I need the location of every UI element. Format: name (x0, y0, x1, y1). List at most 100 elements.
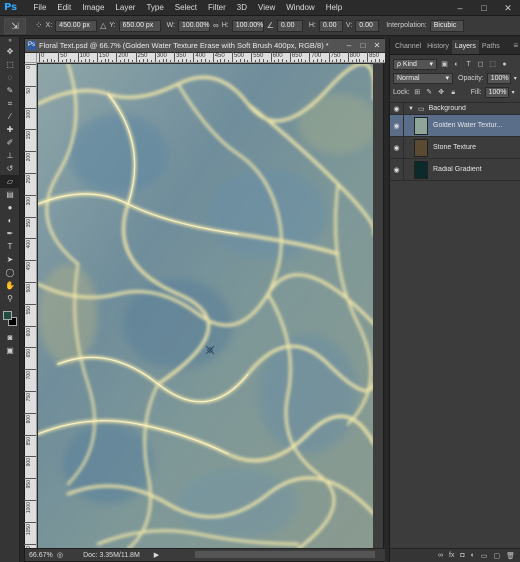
interpolation-select[interactable]: Bicubic (429, 19, 464, 32)
status-menu-arrow-icon[interactable]: ▶ (154, 551, 159, 559)
h-skew-field[interactable]: 0.00 (318, 19, 343, 32)
visibility-eye-icon[interactable]: ◉ (390, 115, 404, 136)
visibility-eye-icon[interactable]: ◉ (390, 159, 404, 180)
fill-arrow-icon[interactable]: ▾ (512, 89, 515, 96)
menu-filter[interactable]: Filter (203, 0, 232, 16)
tab-channel[interactable]: Channel (392, 40, 424, 54)
filter-toggle-icon[interactable]: ● (500, 60, 509, 69)
kind-filter-select[interactable]: ρ Kind ▾ (393, 58, 437, 70)
smart-filter-icon[interactable]: ⬚ (488, 60, 497, 69)
new-group-icon[interactable]: ▭ (481, 552, 488, 560)
layer-group-background[interactable]: ◉ ▼ ▭ Background (390, 103, 520, 115)
blur-tool-icon[interactable]: ● (0, 201, 20, 214)
lock-position-icon[interactable]: ✥ (437, 88, 446, 97)
menu-select[interactable]: Select (169, 0, 202, 16)
collapse-icon[interactable]: » (0, 37, 20, 45)
eyedropper-tool-icon[interactable]: ⁄ (0, 110, 20, 123)
zoom-tool-icon[interactable]: ⚲ (0, 292, 20, 305)
tab-layers[interactable]: Layers (451, 40, 479, 54)
shape-filter-icon[interactable]: ◻ (476, 60, 485, 69)
layer-style-icon[interactable]: fx (449, 552, 454, 559)
lock-transparent-icon[interactable]: ⊞ (413, 88, 422, 97)
y-position-field[interactable]: 650.00 px (118, 19, 161, 32)
fill-field[interactable]: 100% (484, 86, 509, 98)
blend-mode-select[interactable]: Normal ▾ (393, 72, 453, 84)
menu-type[interactable]: Type (141, 0, 169, 16)
menu-window[interactable]: Window (281, 0, 320, 16)
vertical-ruler[interactable]: 0 50 100 150 200 250 300 350 400 450 500 550 600 650 7… (24, 63, 37, 556)
add-mask-icon[interactable]: ◘ (460, 552, 464, 559)
opacity-arrow-icon[interactable]: ▾ (514, 75, 517, 82)
doc-minimize-button[interactable]: – (343, 39, 355, 52)
type-filter-icon[interactable]: T (464, 60, 473, 69)
doc-close-button[interactable]: ✕ (371, 39, 383, 52)
v-skew-field[interactable]: 0.00 (355, 19, 380, 32)
crop-tool-icon[interactable]: ⌗ (0, 97, 20, 110)
eraser-tool-icon[interactable]: ▱ (0, 175, 20, 188)
menu-image[interactable]: Image (77, 0, 110, 16)
status-info-icon[interactable]: ◎ (57, 551, 63, 559)
rotation-angle-field[interactable]: 0.00 (276, 19, 303, 32)
shape-tool-icon[interactable]: ◯ (0, 266, 20, 279)
menu-layer[interactable]: Layer (110, 0, 141, 16)
adjustment-filter-icon[interactable]: ◐ (452, 60, 461, 69)
minimize-button[interactable]: – (448, 0, 472, 16)
document-tab[interactable]: Ps Floral Text.psd @ 66.7% (Golden Water… (25, 39, 385, 53)
delta-icon[interactable]: △ (100, 21, 106, 30)
horizontal-ruler[interactable]: 0 50 100 150 200 250 300 350 400 450 500 550 600 650 7… (37, 52, 385, 63)
pen-tool-icon[interactable]: ✒ (0, 227, 20, 240)
canvas-golden-water-texture[interactable] (38, 64, 374, 549)
clone-stamp-tool-icon[interactable]: ⊥ (0, 149, 20, 162)
maximize-button[interactable]: □ (472, 0, 496, 16)
lasso-tool-icon[interactable]: ◌ (0, 71, 20, 84)
menu-help[interactable]: Help (320, 0, 347, 16)
menu-3d[interactable]: 3D (231, 0, 252, 16)
lock-all-icon[interactable]: 🔒︎ (449, 88, 458, 97)
path-selection-tool-icon[interactable]: ➤ (0, 253, 20, 266)
opacity-field[interactable]: 100% (486, 72, 511, 84)
panel-menu-icon[interactable]: ≡ (513, 41, 518, 50)
vertical-scrollbar[interactable] (373, 63, 383, 549)
pixel-filter-icon[interactable]: ▣ (440, 60, 449, 69)
brush-tool-icon[interactable]: ✐ (0, 136, 20, 149)
visibility-eye-icon[interactable]: ◉ (390, 103, 404, 114)
link-layers-icon[interactable]: ∞ (438, 552, 443, 559)
menu-edit[interactable]: Edit (52, 0, 77, 16)
gradient-tool-icon[interactable]: ▤ (0, 188, 20, 201)
delete-layer-icon[interactable]: 🗑︎ (506, 552, 515, 560)
screen-mode-icon[interactable]: ▣ (0, 344, 20, 357)
x-position-field[interactable]: 450.00 px (55, 19, 98, 32)
close-button[interactable]: ✕ (496, 0, 520, 16)
layer-row-stone-texture[interactable]: ◉ Stone Texture (390, 137, 520, 159)
menu-view[interactable]: View (253, 0, 281, 16)
menu-file[interactable]: File (28, 0, 52, 16)
group-expand-icon[interactable]: ▼ (408, 106, 414, 112)
doc-maximize-button[interactable]: □ (357, 39, 369, 52)
horizontal-scrollbar[interactable] (195, 551, 375, 558)
quick-select-tool-icon[interactable]: ✎ (0, 84, 20, 97)
width-percent-field[interactable]: 100.00% (178, 19, 210, 32)
dodge-tool-icon[interactable]: ◐ (0, 214, 20, 227)
type-tool-icon[interactable]: T (0, 240, 20, 253)
foreground-color-swatch[interactable] (3, 311, 12, 320)
layer-row-radial-gradient[interactable]: ◉ Radial Gradient (390, 159, 520, 181)
link-icon[interactable]: ∞ (213, 21, 219, 30)
lock-image-icon[interactable]: ✎ (425, 88, 434, 97)
tab-paths[interactable]: Paths (479, 40, 503, 54)
tab-history[interactable]: History (424, 40, 452, 54)
zoom-level[interactable]: 66.67% (25, 552, 57, 559)
move-tool-icon[interactable]: ✥ (0, 45, 20, 58)
reference-point-icon[interactable]: ⁘ (35, 20, 43, 31)
marquee-tool-icon[interactable]: ⬚ (0, 58, 20, 71)
new-layer-icon[interactable]: ▢ (493, 552, 500, 560)
adjustment-layer-icon[interactable]: ◐ (471, 552, 475, 559)
transform-tool-preset-icon[interactable]: ⇲ (4, 17, 26, 34)
ruler-origin[interactable] (25, 53, 37, 63)
healing-brush-tool-icon[interactable]: ✚ (0, 123, 20, 136)
visibility-eye-icon[interactable]: ◉ (390, 137, 404, 158)
history-brush-tool-icon[interactable]: ↺ (0, 162, 20, 175)
hand-tool-icon[interactable]: ✋ (0, 279, 20, 292)
height-percent-field[interactable]: 100.00% (231, 19, 264, 32)
layer-row-golden-water-texture[interactable]: ◉ Golden Water Textur... (390, 115, 520, 137)
quick-mask-icon[interactable]: ◙ (0, 331, 20, 344)
